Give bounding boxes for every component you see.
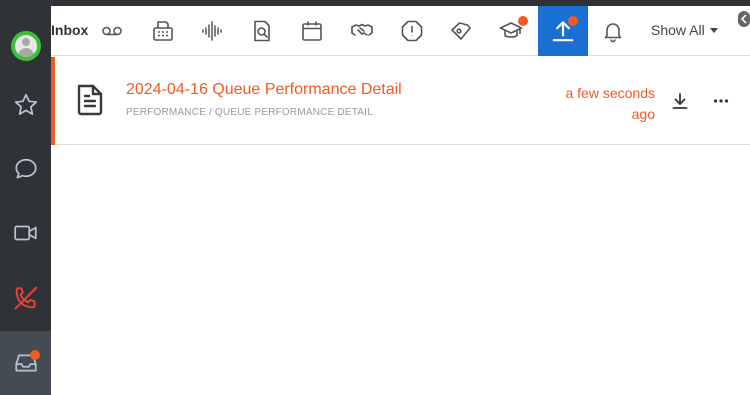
- sidebar-item-favorites[interactable]: [0, 73, 51, 137]
- more-options-icon[interactable]: [711, 91, 731, 111]
- inbox-notification-dot: [30, 350, 40, 360]
- filter-alerts-button[interactable]: [389, 6, 435, 56]
- document-icon: [77, 84, 103, 116]
- item-title[interactable]: 2024-04-16 Queue Performance Detail: [126, 81, 402, 99]
- sidebar-item-inbox[interactable]: [0, 331, 51, 395]
- filter-deals-button[interactable]: [339, 6, 385, 56]
- chat-icon: [14, 158, 37, 179]
- collapse-panel-icon[interactable]: [738, 11, 750, 27]
- list-item[interactable]: 2024-04-16 Queue Performance Detail PERF…: [51, 57, 750, 145]
- filter-voicemail-button[interactable]: [89, 6, 135, 56]
- recording-icon: [202, 21, 222, 41]
- tag-icon: [451, 22, 471, 40]
- toolbar: Inbox Show All: [51, 6, 750, 56]
- alert-icon: [401, 20, 423, 42]
- calendar-icon: [302, 21, 322, 41]
- filter-training-button[interactable]: [488, 6, 534, 56]
- filter-tags-button[interactable]: [438, 6, 484, 56]
- bell-icon: [604, 23, 622, 43]
- left-sidebar: [0, 0, 51, 395]
- profile-avatar-button[interactable]: [0, 14, 51, 78]
- avatar: [10, 31, 41, 61]
- filter-fax-button[interactable]: [140, 6, 186, 56]
- phone-missed-icon: [14, 286, 37, 310]
- filter-documents-button[interactable]: [239, 6, 285, 56]
- sidebar-item-chat[interactable]: [0, 137, 51, 201]
- training-notification-dot: [518, 16, 528, 26]
- sidebar-item-missed-calls[interactable]: [0, 266, 51, 330]
- handshake-icon: [351, 23, 373, 36]
- voicemail-icon: [102, 26, 122, 36]
- show-all-dropdown[interactable]: Show All: [651, 22, 718, 38]
- inbox-title: Inbox: [51, 22, 89, 38]
- download-icon[interactable]: [670, 91, 690, 111]
- video-icon: [13, 225, 37, 241]
- unread-indicator: [51, 57, 55, 145]
- uploads-notification-dot: [568, 16, 578, 26]
- document-search-icon: [254, 20, 270, 42]
- star-icon: [14, 93, 37, 115]
- filter-recordings-button[interactable]: [189, 6, 235, 56]
- chevron-down-icon: [709, 27, 718, 33]
- show-all-label: Show All: [651, 22, 705, 38]
- filter-notifications-button[interactable]: [590, 6, 636, 56]
- item-timestamp: a few seconds ago: [565, 85, 656, 122]
- item-category-path: PERFORMANCE / QUEUE PERFORMANCE DETAIL: [126, 107, 373, 118]
- filter-uploads-button[interactable]: [538, 6, 588, 56]
- filter-meetings-button[interactable]: [289, 6, 335, 56]
- sidebar-item-video[interactable]: [0, 201, 51, 265]
- fax-icon: [153, 21, 173, 41]
